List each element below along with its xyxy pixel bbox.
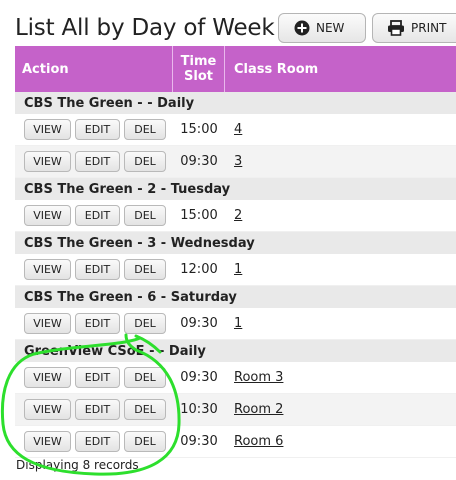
class-room-link[interactable]: 1 [234, 262, 242, 277]
row-actions: VIEW EDIT DEL [15, 313, 173, 334]
table-row: VIEW EDIT DEL 09:30 Room 6 [15, 426, 456, 458]
edit-button[interactable]: EDIT [75, 313, 120, 334]
edit-button[interactable]: EDIT [75, 205, 120, 226]
edit-button[interactable]: EDIT [75, 399, 120, 420]
view-button[interactable]: VIEW [24, 313, 71, 334]
table-row: VIEW EDIT DEL 15:00 4 [15, 114, 456, 146]
view-button[interactable]: VIEW [24, 367, 71, 388]
time-slot: 09:30 [180, 316, 218, 331]
time-slot: 15:00 [180, 208, 218, 223]
table-row: VIEW EDIT DEL 10:30 Room 2 [15, 394, 456, 426]
edit-button[interactable]: EDIT [75, 431, 120, 452]
delete-button[interactable]: DEL [124, 431, 166, 452]
row-actions: VIEW EDIT DEL [15, 259, 173, 280]
table-row: VIEW EDIT DEL 15:00 2 [15, 200, 456, 232]
time-slot: 15:00 [180, 122, 218, 137]
printer-icon [387, 20, 405, 36]
edit-button[interactable]: EDIT [75, 119, 120, 140]
row-actions: VIEW EDIT DEL [15, 151, 173, 172]
schedule-table: Action Time Slot Class Room CBS The Gree… [15, 46, 456, 458]
row-actions: VIEW EDIT DEL [15, 399, 173, 420]
records-count: Displaying 8 records [16, 458, 139, 472]
delete-button[interactable]: DEL [124, 313, 166, 334]
group-header: GreenView CSoE - - Daily [15, 340, 456, 362]
delete-button[interactable]: DEL [124, 119, 166, 140]
print-button[interactable]: PRINT [372, 13, 456, 43]
view-button[interactable]: VIEW [24, 205, 71, 226]
class-room-link[interactable]: 2 [234, 208, 242, 223]
time-slot: 09:30 [180, 434, 218, 449]
column-header-class-room[interactable]: Class Room [225, 46, 456, 92]
group-header: CBS The Green - 3 - Wednesday [15, 232, 456, 254]
page-title: List All by Day of Week [15, 15, 275, 41]
class-room-link[interactable]: Room 2 [234, 402, 283, 417]
column-header-slot: Slot [184, 69, 213, 84]
view-button[interactable]: VIEW [24, 119, 71, 140]
class-room-link[interactable]: Room 6 [234, 434, 283, 449]
new-button[interactable]: NEW [278, 13, 366, 43]
view-button[interactable]: VIEW [24, 399, 71, 420]
row-actions: VIEW EDIT DEL [15, 119, 173, 140]
print-button-label: PRINT [411, 21, 447, 35]
delete-button[interactable]: DEL [124, 205, 166, 226]
table-row: VIEW EDIT DEL 12:00 1 [15, 254, 456, 286]
column-header-time: Time [180, 54, 217, 69]
table-row: VIEW EDIT DEL 09:30 Room 3 [15, 362, 456, 394]
table-row: VIEW EDIT DEL 09:30 3 [15, 146, 456, 178]
column-header-action[interactable]: Action [15, 46, 173, 92]
edit-button[interactable]: EDIT [75, 151, 120, 172]
delete-button[interactable]: DEL [124, 367, 166, 388]
delete-button[interactable]: DEL [124, 151, 166, 172]
group-header: CBS The Green - - Daily [15, 92, 456, 114]
view-button[interactable]: VIEW [24, 431, 71, 452]
time-slot: 10:30 [180, 402, 218, 417]
view-button[interactable]: VIEW [24, 259, 71, 280]
plus-circle-icon [294, 20, 310, 36]
row-actions: VIEW EDIT DEL [15, 367, 173, 388]
row-actions: VIEW EDIT DEL [15, 431, 173, 452]
row-actions: VIEW EDIT DEL [15, 205, 173, 226]
table-row: VIEW EDIT DEL 09:30 1 [15, 308, 456, 340]
view-button[interactable]: VIEW [24, 151, 71, 172]
delete-button[interactable]: DEL [124, 399, 166, 420]
column-header-time-slot[interactable]: Time Slot [173, 46, 225, 92]
new-button-label: NEW [316, 21, 345, 35]
class-room-link[interactable]: 4 [234, 122, 242, 137]
class-room-link[interactable]: 3 [234, 154, 242, 169]
delete-button[interactable]: DEL [124, 259, 166, 280]
page-header: List All by Day of Week NEW PRINT [0, 0, 456, 46]
class-room-link[interactable]: 1 [234, 316, 242, 331]
table-header: Action Time Slot Class Room [15, 46, 456, 92]
class-room-link[interactable]: Room 3 [234, 370, 283, 385]
edit-button[interactable]: EDIT [75, 259, 120, 280]
edit-button[interactable]: EDIT [75, 367, 120, 388]
time-slot: 09:30 [180, 154, 218, 169]
group-header: CBS The Green - 2 - Tuesday [15, 178, 456, 200]
time-slot: 09:30 [180, 370, 218, 385]
group-header: CBS The Green - 6 - Saturday [15, 286, 456, 308]
time-slot: 12:00 [180, 262, 218, 277]
